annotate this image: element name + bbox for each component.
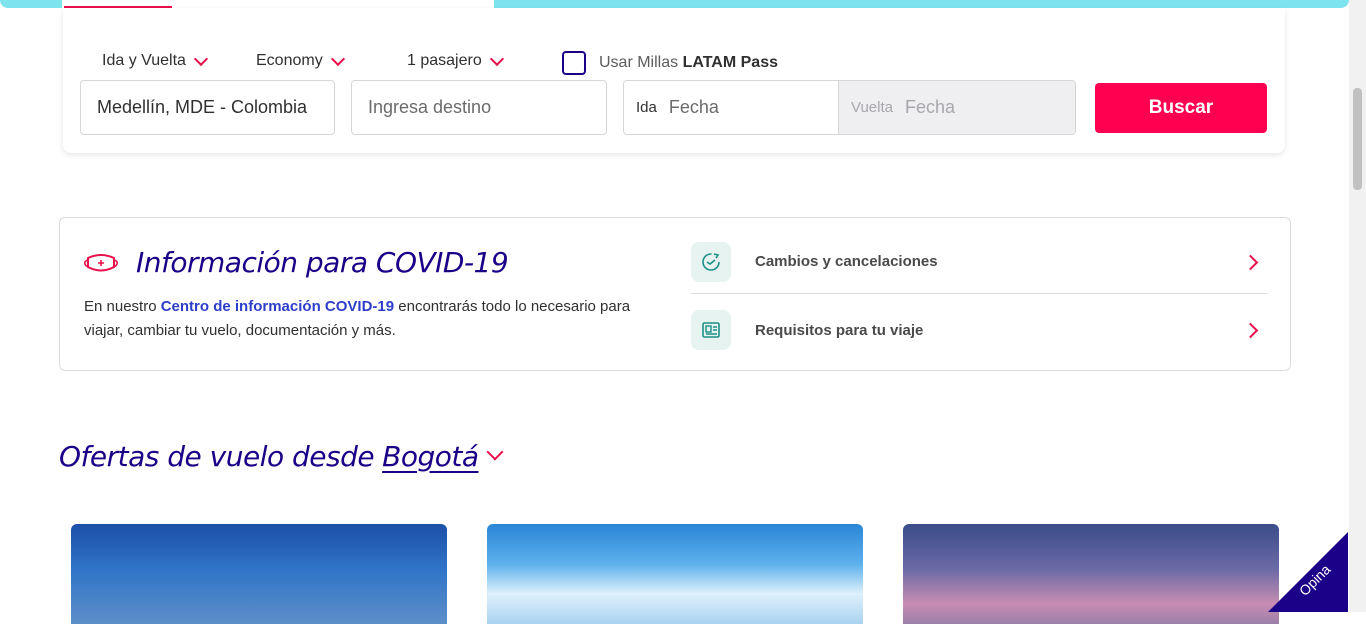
- offers-prefix: Ofertas de vuelo desde: [59, 440, 375, 473]
- destination-placeholder: Ingresa destino: [368, 97, 492, 117]
- covid-text-before: En nuestro: [84, 298, 161, 315]
- cabin-select[interactable]: Economy: [256, 52, 345, 70]
- use-miles-checkbox[interactable]: [562, 51, 586, 75]
- return-label: Vuelta: [851, 99, 893, 116]
- top-band-left: [0, 0, 62, 8]
- departure-label: Ida: [636, 99, 657, 116]
- return-placeholder: Fecha: [904, 97, 956, 117]
- chevron-right-icon: [1245, 324, 1257, 336]
- chevron-down-icon[interactable]: [487, 450, 501, 464]
- top-band-right: [494, 0, 1349, 8]
- refresh-icon: [691, 241, 731, 282]
- return-date-field[interactable]: Vuelta Fecha: [838, 81, 1075, 134]
- flight-search-card: Ida y Vuelta Economy 1 pasajero Usar Mil…: [63, 8, 1285, 153]
- covid-center-link[interactable]: Centro de información COVID-19: [161, 298, 394, 315]
- offers-heading: Ofertas de vuelo desde Bogotá: [59, 440, 501, 473]
- use-miles-label: Usar Millas LATAM Pass: [599, 54, 778, 72]
- chevron-down-icon: [194, 54, 208, 68]
- departure-placeholder: Fecha: [668, 97, 719, 117]
- feedback-tab[interactable]: Opina: [1268, 532, 1348, 612]
- trip-type-select[interactable]: Ida y Vuelta: [102, 52, 208, 70]
- offer-card-image[interactable]: [903, 524, 1279, 624]
- covid-info-panel: Información para COVID-19 En nuestro Cen…: [59, 217, 1291, 371]
- date-picker: Ida Fecha Vuelta Fecha: [623, 80, 1076, 135]
- face-mask-icon: [84, 254, 118, 272]
- travel-requirements-label: Requisitos para tu viaje: [755, 321, 924, 339]
- chevron-down-icon: [331, 54, 345, 68]
- cabin-label: Economy: [256, 52, 323, 69]
- chevron-down-icon: [490, 54, 504, 68]
- trip-type-label: Ida y Vuelta: [102, 52, 186, 69]
- changes-cancellations-link[interactable]: Cambios y cancelaciones: [691, 230, 1267, 294]
- origin-city-selector[interactable]: Bogotá: [382, 440, 479, 473]
- scrollbar-thumb[interactable]: [1353, 88, 1362, 190]
- origin-input[interactable]: Medellín, MDE - Colombia: [80, 80, 335, 135]
- offer-card-image[interactable]: [71, 524, 447, 624]
- chevron-right-icon: [1245, 256, 1257, 268]
- document-icon: [691, 310, 731, 350]
- use-miles-prefix: Usar Millas: [599, 54, 679, 71]
- top-band: [0, 0, 1349, 8]
- feedback-tab-label: Opina: [1295, 561, 1334, 599]
- passengers-label: 1 pasajero: [407, 52, 482, 69]
- scrollbar[interactable]: [1349, 0, 1366, 612]
- destination-input[interactable]: Ingresa destino: [351, 80, 607, 135]
- latam-pass-brand: LATAM Pass: [682, 54, 778, 71]
- covid-description: En nuestro Centro de información COVID-1…: [84, 295, 664, 343]
- travel-requirements-link[interactable]: Requisitos para tu viaje: [691, 302, 1267, 358]
- origin-value: Medellín, MDE - Colombia: [97, 97, 308, 117]
- search-button[interactable]: Buscar: [1095, 83, 1267, 133]
- covid-title: Información para COVID-19: [136, 246, 509, 279]
- passengers-select[interactable]: 1 pasajero: [407, 52, 504, 70]
- use-miles-option[interactable]: Usar Millas LATAM Pass: [562, 51, 778, 75]
- departure-date-field[interactable]: Ida Fecha: [624, 81, 838, 134]
- changes-cancellations-label: Cambios y cancelaciones: [755, 253, 938, 270]
- offer-card-image[interactable]: [487, 524, 863, 624]
